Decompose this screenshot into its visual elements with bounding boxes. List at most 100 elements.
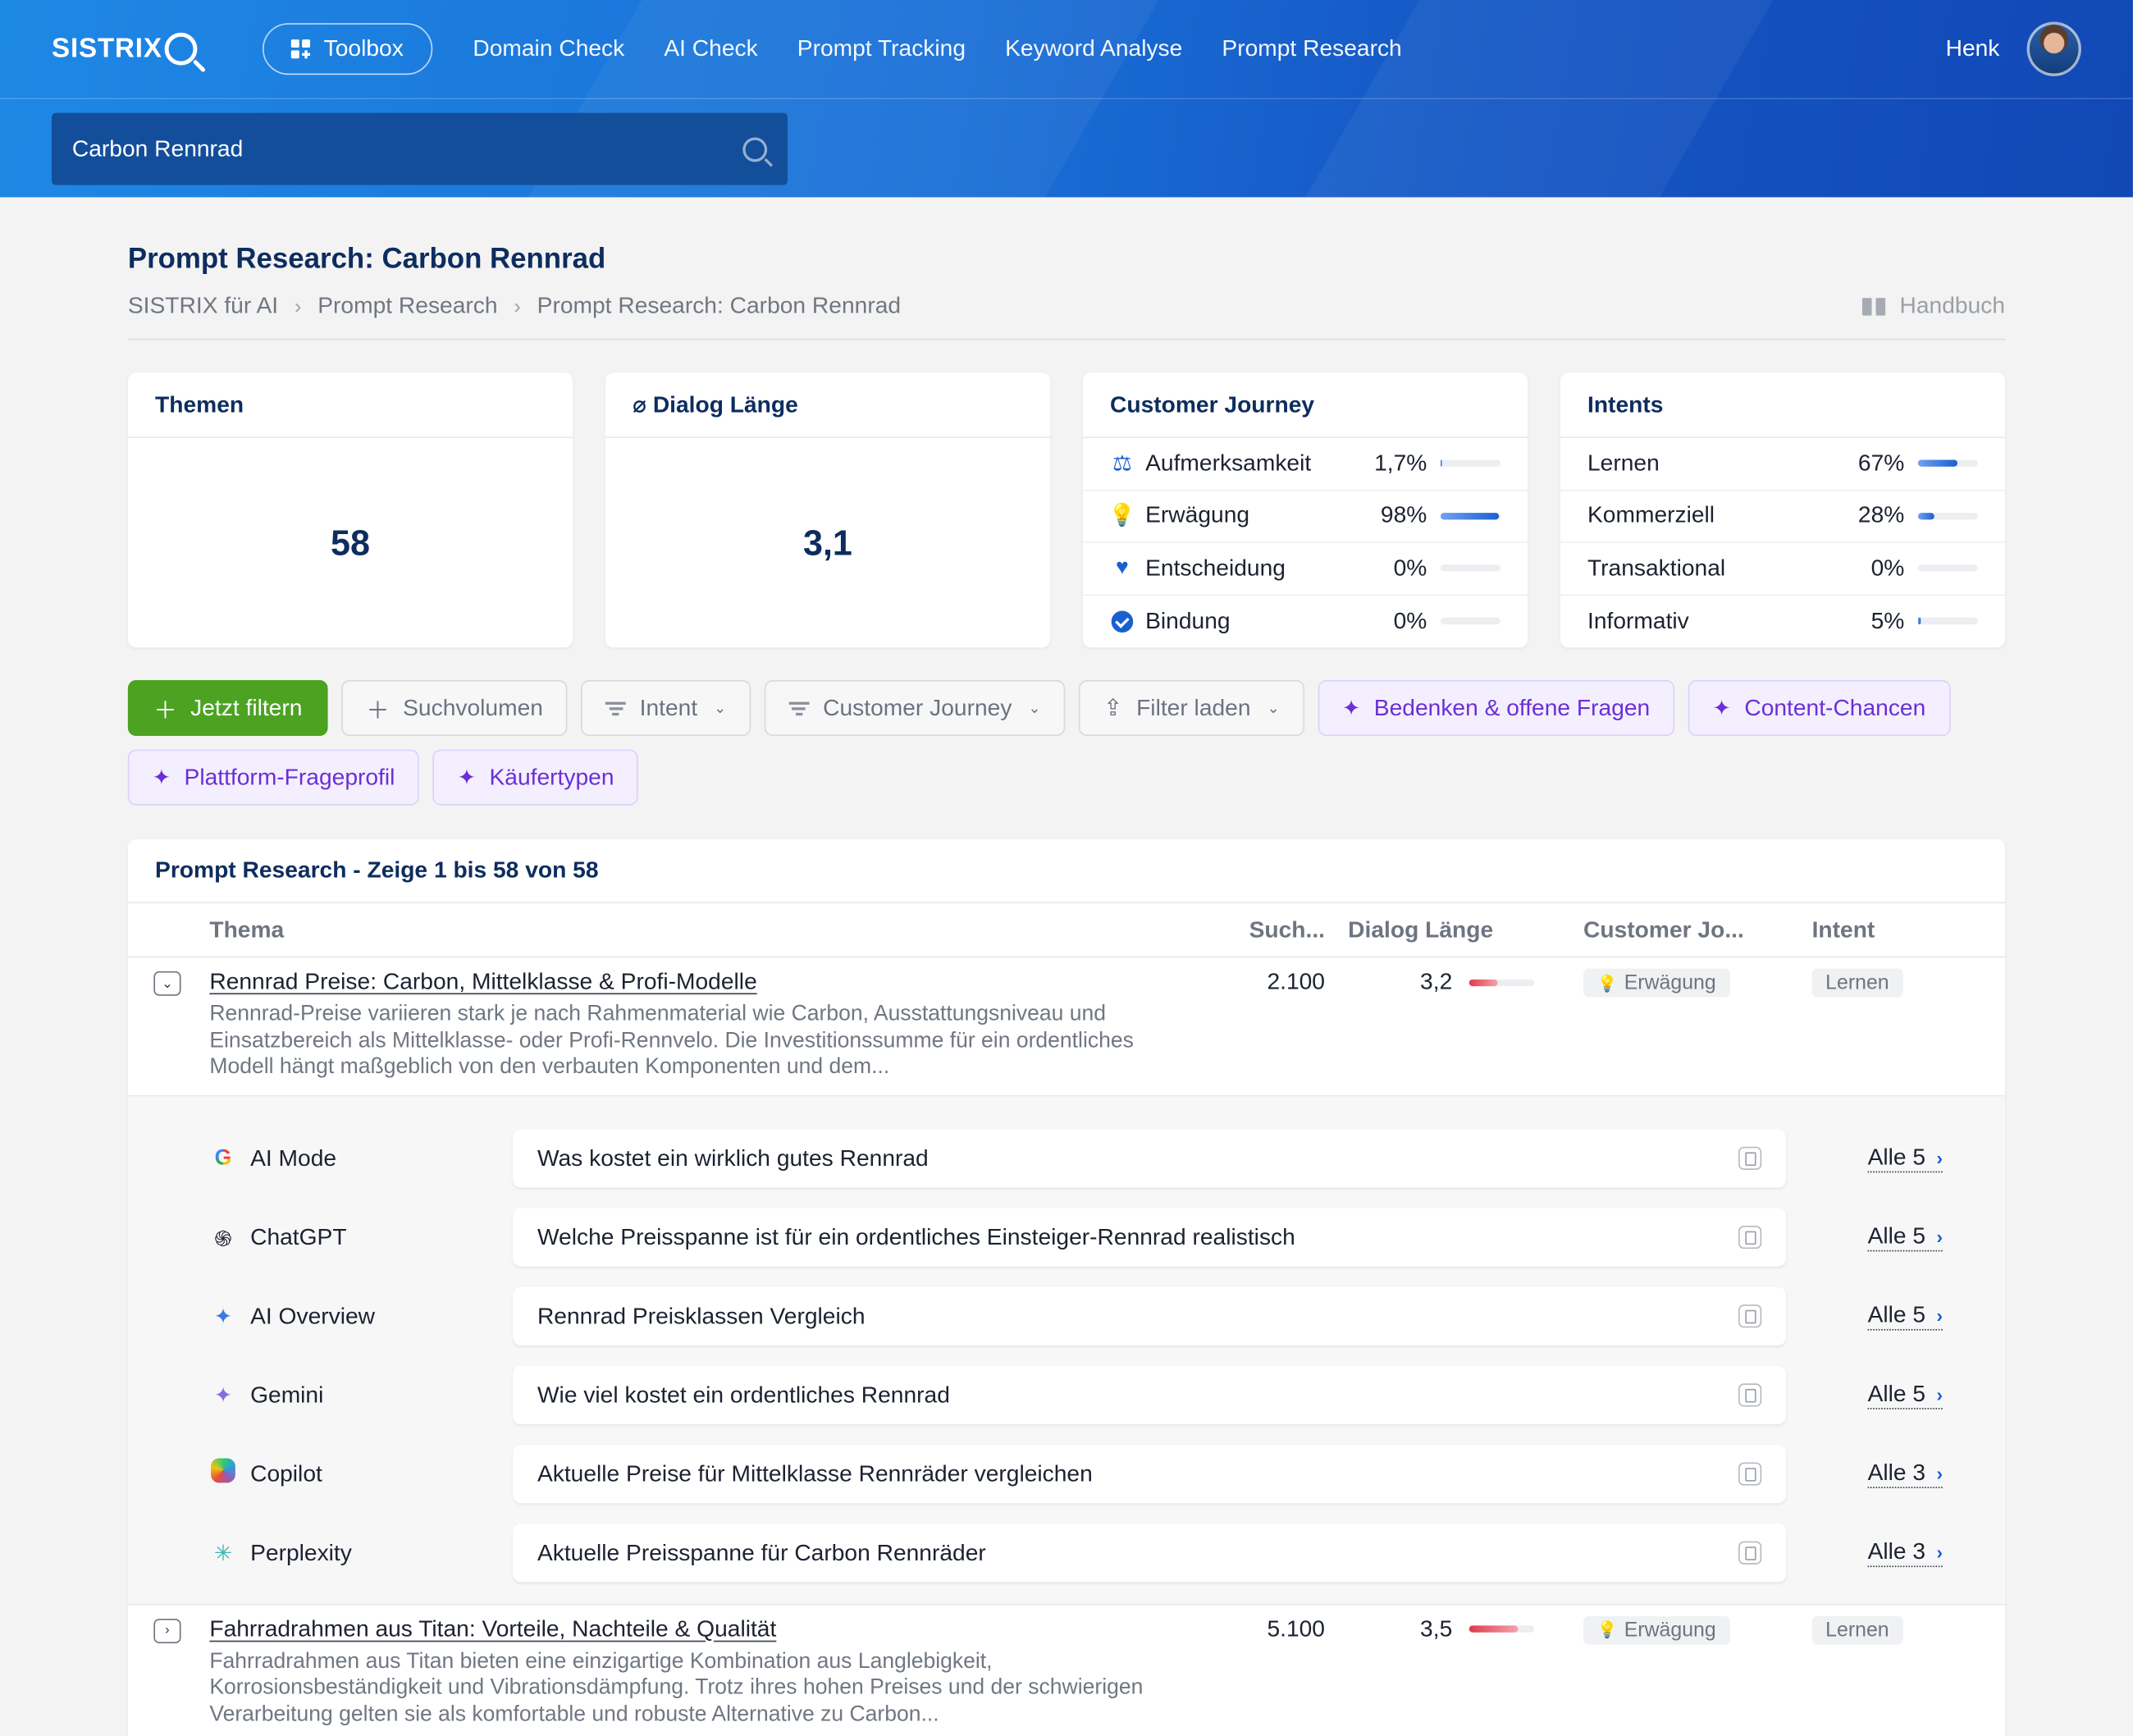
journey-bar: [1440, 564, 1500, 572]
search-volume-filter-button[interactable]: ＋ Suchvolumen: [341, 680, 568, 737]
search-volume-label: Suchvolumen: [403, 694, 543, 720]
buyer-types-button[interactable]: ✦ Käufertypen: [432, 749, 639, 806]
show-all-link[interactable]: Alle 5 ›: [1867, 1223, 1943, 1252]
intent-label: Kommerziell: [1587, 502, 1715, 528]
expand-toggle-button[interactable]: ›: [153, 1618, 181, 1643]
concerns-questions-button[interactable]: ✦ Bedenken & offene Fragen: [1318, 680, 1675, 737]
prompt-box: Aktuelle Preise für Mittelklasse Rennräd…: [513, 1444, 1787, 1504]
header-dialog-length[interactable]: Dialog Länge: [1325, 916, 1583, 943]
intents-card: Intents Lernen 67% Kommerziell 28% Trans…: [1560, 372, 2006, 648]
gemini-icon: ✦: [213, 1384, 233, 1408]
avatar[interactable]: [2026, 21, 2081, 76]
show-all-link[interactable]: Alle 5 ›: [1867, 1380, 1943, 1409]
header-search-volume[interactable]: Such...: [1216, 916, 1325, 943]
show-all-link[interactable]: Alle 5 ›: [1867, 1302, 1943, 1331]
journey-label: Erwägung: [1145, 502, 1250, 528]
dialog-length-bar: [1468, 1625, 1534, 1633]
apply-filter-button[interactable]: ＋ Jetzt filtern: [127, 680, 328, 737]
nav-keyword-analyse[interactable]: Keyword Analyse: [1005, 35, 1182, 62]
filter-lines-icon: [605, 698, 627, 717]
load-filter-dropdown[interactable]: ⇪ Filter laden ⌄: [1079, 680, 1304, 737]
nav-prompt-research[interactable]: Prompt Research: [1222, 35, 1401, 62]
topic-description: Rennrad-Preise variieren stark je nach R…: [209, 1003, 1134, 1079]
show-all-label: Alle 3: [1867, 1460, 1926, 1486]
search-volume-value: 2.100: [1267, 968, 1325, 995]
copy-icon[interactable]: [1738, 1304, 1762, 1328]
platform-name: AI Mode: [250, 1144, 337, 1171]
customer-journey-filter-dropdown[interactable]: Customer Journey ⌄: [764, 680, 1066, 737]
header-thema[interactable]: Thema: [209, 916, 1216, 943]
chevron-right-icon: ›: [1936, 1304, 1943, 1327]
journey-bar: [1440, 459, 1500, 468]
topic-description: Fahrradrahmen aus Titan bieten eine einz…: [209, 1649, 1144, 1726]
copy-icon[interactable]: [1738, 1462, 1762, 1486]
journey-pct: 1,7%: [1374, 450, 1427, 476]
nav-prompt-tracking[interactable]: Prompt Tracking: [797, 35, 966, 62]
intent-pct: 0%: [1870, 555, 1905, 581]
upload-tray-icon: ⇪: [1103, 694, 1123, 720]
chevron-right-icon: ›: [1936, 1146, 1943, 1169]
plus-icon: ＋: [153, 697, 177, 724]
logo-text: SISTRIX: [52, 33, 162, 64]
chevron-down-icon: ⌄: [714, 700, 727, 717]
toolbox-button[interactable]: Toolbox: [263, 23, 432, 75]
header-intent[interactable]: Intent: [1812, 916, 2003, 943]
intent-bar: [1917, 512, 1978, 519]
show-all-label: Alle 5: [1867, 1380, 1926, 1407]
copy-icon[interactable]: [1738, 1383, 1762, 1407]
copy-icon[interactable]: [1738, 1146, 1762, 1170]
prompt-list: G AI Mode Was kostet ein wirklich gutes R…: [127, 1095, 2006, 1605]
prompt-text: Rennrad Preisklassen Vergleich: [537, 1302, 866, 1329]
sparkle-icon: ✦: [152, 766, 171, 790]
heart-icon: ♥: [1116, 555, 1129, 579]
bulb-icon: 💡: [1108, 505, 1136, 528]
collapse-toggle-button[interactable]: ⌄: [153, 971, 181, 996]
journey-row-aufmerksamkeit: ⚖ Aufmerksamkeit 1,7%: [1082, 438, 1528, 491]
search-icon[interactable]: [742, 136, 768, 162]
top-header: SISTRIX Toolbox Domain Check AI Check Pr…: [0, 0, 2133, 198]
sparkle-icon: ✦: [457, 766, 476, 790]
nav-ai-check[interactable]: AI Check: [664, 35, 757, 62]
plus-icon: ＋: [366, 697, 390, 724]
show-all-link[interactable]: Alle 3 ›: [1867, 1460, 1943, 1488]
user-menu[interactable]: Henk: [1946, 21, 2081, 76]
journey-pct: 0%: [1393, 607, 1427, 634]
search-value: Carbon Rennrad: [71, 135, 244, 162]
copy-icon[interactable]: [1738, 1225, 1762, 1249]
bulb-icon: 💡: [1596, 1620, 1618, 1640]
intent-row-lernen: Lernen 67%: [1560, 438, 2006, 491]
handbook-link[interactable]: Handbuch: [1862, 292, 2006, 319]
themen-card: Themen 58: [127, 372, 573, 648]
chevron-right-icon: ›: [295, 294, 302, 318]
platform-name: Gemini: [250, 1381, 324, 1408]
topic-link[interactable]: Rennrad Preise: Carbon, Mittelklasse & P…: [209, 969, 1216, 996]
customer-journey-card: Customer Journey ⚖ Aufmerksamkeit 1,7% 💡…: [1082, 372, 1528, 648]
journey-pct: 0%: [1393, 555, 1427, 581]
intent-row-transaktional: Transaktional 0%: [1560, 543, 2006, 596]
chevron-right-icon: ›: [514, 294, 521, 318]
topic-link[interactable]: Fahrradrahmen aus Titan: Vorteile, Nacht…: [209, 1615, 1216, 1642]
platform-name: Copilot: [250, 1460, 322, 1487]
intent-filter-label: Intent: [639, 694, 698, 720]
summary-cards: Themen 58 ⌀ Dialog Länge 3,1 Customer Jo…: [127, 372, 2006, 648]
dialog-length-value: 3,5: [1420, 1615, 1453, 1642]
nav-domain-check[interactable]: Domain Check: [473, 35, 624, 62]
breadcrumb-item-sistrix-ai[interactable]: SISTRIX für AI: [128, 292, 278, 319]
platform-profile-button[interactable]: ✦ Plattform-Frageprofil: [127, 749, 420, 806]
header-customer-journey[interactable]: Customer Jo...: [1583, 916, 1812, 943]
chevron-down-icon: ⌄: [1267, 700, 1280, 717]
intent-badge: Lernen: [1811, 1615, 1903, 1644]
breadcrumb-item-prompt-research[interactable]: Prompt Research: [317, 292, 497, 319]
dialog-length-value: 3,1: [802, 521, 852, 563]
handbook-label: Handbuch: [1899, 292, 2006, 318]
prompt-text: Aktuelle Preisspanne für Carbon Rennräde…: [537, 1539, 986, 1565]
content-chances-button[interactable]: ✦ Content-Chancen: [1688, 680, 1951, 737]
search-input[interactable]: Carbon Rennrad: [52, 112, 788, 185]
sistrix-logo[interactable]: SISTRIX: [52, 32, 263, 66]
show-all-link[interactable]: Alle 5 ›: [1867, 1144, 1943, 1173]
show-all-link[interactable]: Alle 3 ›: [1867, 1538, 1943, 1568]
breadcrumb: SISTRIX für AI › Prompt Research › Promp…: [127, 292, 2006, 340]
copy-icon[interactable]: [1738, 1541, 1762, 1565]
intent-filter-dropdown[interactable]: Intent ⌄: [581, 680, 751, 737]
prompt-row: G AI Mode Was kostet ein wirklich gutes R…: [128, 1119, 2005, 1198]
